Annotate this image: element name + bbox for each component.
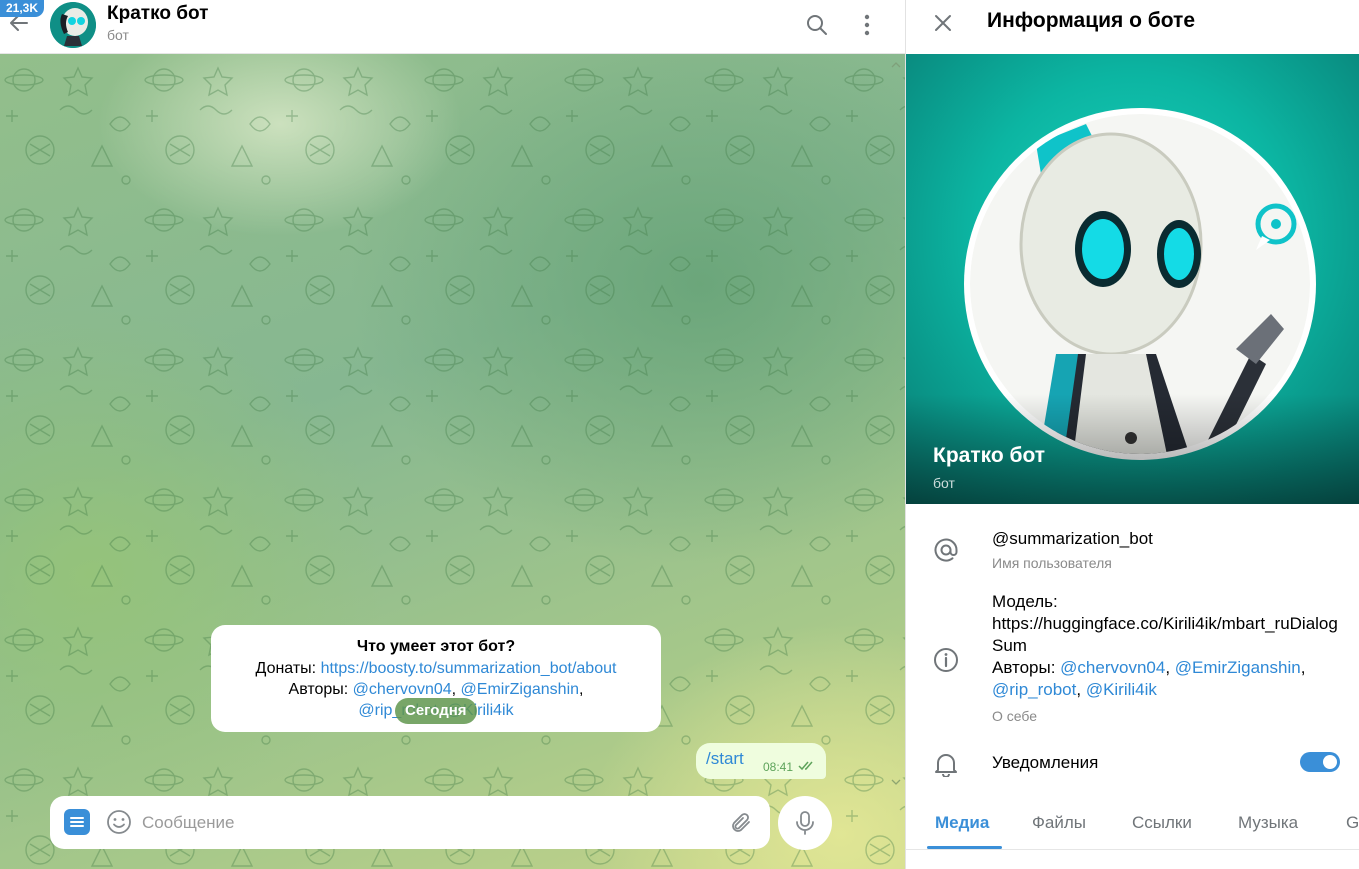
bubble-authors-line-1: Авторы: @chervovn04, @EmirZiganshin,	[211, 679, 661, 700]
chat-title[interactable]: Кратко бот	[107, 3, 208, 25]
tab-files[interactable]: Файлы	[1032, 813, 1086, 833]
about-author-link-2[interactable]: @EmirZiganshin	[1175, 658, 1301, 677]
bot-name: Кратко бот	[933, 444, 1046, 467]
microphone-icon[interactable]	[778, 796, 832, 850]
about-text: Модель: https://huggingface.co/Kirili4ik…	[992, 591, 1342, 701]
chat-area: Что умеет этот бот? Донаты: https://boos…	[0, 0, 905, 869]
about-author-link-4[interactable]: @Kirili4ik	[1086, 680, 1157, 699]
about-authors-label: Авторы:	[992, 658, 1061, 677]
bot-profile-photo[interactable]: Кратко бот бот	[906, 54, 1359, 504]
message-time: 08:41	[763, 760, 794, 774]
emoji-icon[interactable]	[105, 808, 133, 836]
bot-menu-icon[interactable]	[64, 809, 90, 835]
about-authors-line-1: Авторы: @chervovn04, @EmirZiganshin,	[992, 657, 1342, 679]
tab-overflow[interactable]: G	[1346, 813, 1359, 833]
paperclip-icon[interactable]	[726, 808, 756, 838]
message-text[interactable]: /start	[706, 749, 744, 769]
notifications-label: Уведомления	[992, 753, 1099, 772]
separator: ,	[579, 681, 584, 698]
message-input[interactable]	[142, 805, 712, 841]
about-author-link-1[interactable]: @chervovn04	[1060, 658, 1165, 677]
about-author-link-3[interactable]: @rip_robot	[992, 680, 1076, 699]
separator: ,	[1300, 658, 1306, 677]
at-sign-icon	[932, 536, 960, 564]
double-check-icon	[798, 759, 816, 777]
username-value[interactable]: @summarization_bot	[992, 528, 1342, 550]
bot-type: бот	[933, 475, 955, 491]
date-separator: Сегодня	[395, 698, 477, 724]
about-label: О себе	[992, 708, 1038, 724]
donate-link[interactable]: https://boosty.to/summarization_bot/abou…	[321, 660, 617, 677]
toggle-knob	[1323, 755, 1337, 769]
panel-title: Информация о боте	[987, 9, 1196, 32]
separator: ,	[451, 681, 461, 698]
tab-media[interactable]: Медиа	[935, 813, 989, 833]
search-icon[interactable]	[802, 10, 832, 40]
about-row: Модель: https://huggingface.co/Kirili4ik…	[906, 590, 1359, 730]
media-tabs: Медиа Файлы Ссылки Музыка G	[906, 800, 1359, 850]
separator: ,	[1076, 680, 1086, 699]
tab-music[interactable]: Музыка	[1238, 813, 1298, 833]
bot-info-panel: Информация о боте Кратко бот бот @summar…	[905, 0, 1359, 869]
about-model-label: Модель:	[992, 592, 1058, 611]
bot-avatar[interactable]	[50, 2, 96, 48]
chat-background: Что умеет этот бот? Донаты: https://boos…	[0, 54, 905, 869]
donate-label: Донаты:	[255, 660, 321, 677]
authors-label: Авторы:	[288, 681, 353, 698]
username-label: Имя пользователя	[992, 555, 1112, 571]
chat-header: Кратко бот бот	[0, 0, 905, 54]
close-icon[interactable]	[928, 8, 958, 38]
tab-links[interactable]: Ссылки	[1132, 813, 1192, 833]
notifications-toggle[interactable]	[1300, 752, 1340, 772]
bubble-title: Что умеет этот бот?	[356, 638, 516, 655]
info-circle-icon	[932, 646, 960, 674]
bubble-donate-line: Донаты: https://boosty.to/summarization_…	[211, 658, 661, 679]
chat-subtitle: бот	[107, 27, 129, 43]
panel-header: Информация о боте	[906, 0, 1359, 54]
notifications-row[interactable]: Уведомления	[906, 744, 1359, 784]
scroll-down-arrow-icon[interactable]	[891, 773, 901, 791]
message-composer	[50, 796, 770, 849]
separator: ,	[1165, 658, 1175, 677]
scroll-up-arrow-icon[interactable]	[891, 56, 901, 74]
bell-icon	[932, 750, 960, 778]
more-vertical-icon[interactable]	[852, 10, 882, 40]
unread-counter-badge: 21,3K	[0, 0, 45, 17]
outgoing-message[interactable]: /start 08:41	[696, 743, 826, 779]
about-model-url[interactable]: https://huggingface.co/Kirili4ik/mbart_r…	[992, 613, 1342, 657]
username-row[interactable]: @summarization_bot Имя пользователя	[906, 520, 1359, 580]
author-link-2[interactable]: @EmirZiganshin	[461, 681, 580, 698]
about-authors-line-2: @rip_robot, @Kirili4ik	[992, 679, 1342, 701]
active-tab-indicator	[927, 846, 1002, 849]
author-link-1[interactable]: @chervovn04	[353, 681, 452, 698]
